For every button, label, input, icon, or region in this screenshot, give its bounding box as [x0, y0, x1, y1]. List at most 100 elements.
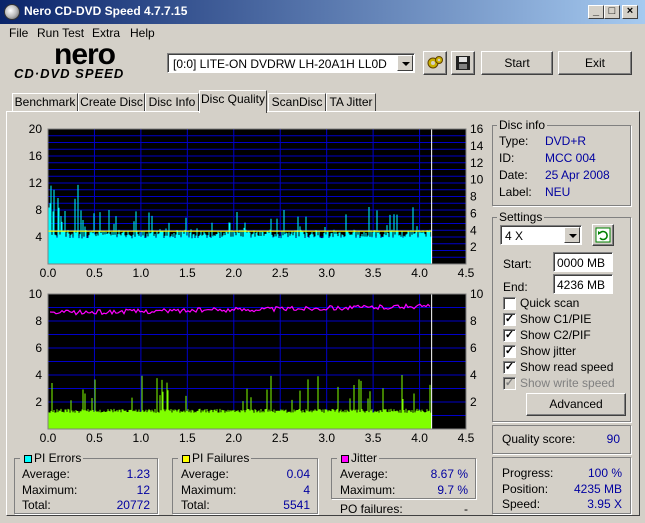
quality-score-value: 90 [606, 432, 620, 446]
speed-select[interactable]: 4 X [500, 225, 582, 245]
right-tick-label: 14 [470, 139, 484, 153]
minimize-button[interactable]: _ [588, 5, 604, 19]
right-tick-label: 12 [470, 156, 484, 170]
right-tick-label: 4 [470, 223, 477, 237]
speed-value: 3.95 X [587, 497, 622, 511]
gears-icon [427, 56, 443, 69]
x-tick-label: 4.0 [411, 266, 428, 280]
pif-legend-swatch [182, 455, 190, 463]
checkbox-show-write-speed: ✓ [503, 377, 516, 390]
tab-benchmark[interactable]: Benchmark [12, 93, 78, 111]
x-tick-label: 0.5 [86, 266, 103, 280]
position-label: Position: [502, 482, 549, 496]
start-field[interactable]: 0000 MB [553, 252, 613, 272]
quality-score-label: Quality score: [502, 432, 576, 446]
checkbox-show-jitter[interactable]: ✓ [503, 345, 516, 358]
checkbox-show-c1-pie[interactable]: ✓ [503, 313, 516, 326]
exit-button[interactable]: Exit [558, 51, 632, 75]
speed-dropdown-arrow[interactable] [564, 227, 580, 243]
right-tick-label: 6 [470, 206, 477, 220]
window-title: Nero CD-DVD Speed 4.7.7.15 [24, 4, 188, 18]
progress-label: Progress: [502, 466, 554, 480]
x-tick-label: 1.5 [179, 266, 196, 280]
end-field[interactable]: 4236 MB [553, 274, 613, 294]
close-button[interactable]: × [622, 5, 638, 19]
tab-scandisc[interactable]: ScanDisc [268, 93, 326, 111]
maximize-button[interactable]: □ [604, 5, 620, 19]
floppy-disk-icon [456, 56, 470, 70]
start-button[interactable]: Start [481, 51, 553, 75]
x-tick-label: 0.0 [40, 266, 57, 280]
pi-errors-avg-label: Average: [22, 467, 70, 481]
end-label: End: [503, 280, 528, 294]
checkbox-show-c2-pif[interactable]: ✓ [503, 329, 516, 342]
disc-date-label: Date: [499, 168, 528, 182]
disc-label-value: NEU [545, 185, 571, 199]
drive-dropdown-arrow[interactable] [397, 55, 413, 71]
pi-errors-max-label: Maximum: [22, 483, 78, 497]
left-tick-label: 4 [35, 368, 42, 382]
checkbox-show-read-speed[interactable]: ✓ [503, 361, 516, 374]
tab-create-disc[interactable]: Create Disc [78, 93, 145, 111]
x-tick-label: 2.5 [272, 266, 289, 280]
right-tick-label: 8 [470, 314, 477, 328]
app-disc-icon [4, 4, 20, 20]
pi-failures-max-value: 4 [303, 483, 310, 497]
right-tick-label: 2 [470, 395, 477, 409]
tab-ta-jitter[interactable]: TA Jitter [326, 93, 376, 111]
right-tick-label: 10 [470, 173, 484, 187]
x-tick-label: 0.0 [40, 431, 57, 445]
jitter-avg-value: 8.67 % [430, 467, 468, 481]
left-tick-label: 16 [29, 149, 43, 163]
disc-type-label: Type: [499, 134, 529, 148]
x-tick-label: 4.5 [458, 431, 475, 445]
left-tick-label: 8 [35, 203, 42, 217]
advanced-button[interactable]: Advanced [526, 393, 626, 416]
checkbox-label: Show jitter [520, 344, 577, 358]
jitter-max-value: 9.7 % [437, 483, 468, 497]
pi-errors-avg-value: 1.23 [126, 467, 150, 481]
menu-file[interactable]: File [9, 26, 28, 40]
checkbox-label: Show write speed [520, 376, 615, 390]
pi-failures-max-label: Maximum: [181, 483, 237, 497]
drive-select[interactable]: [0:0] LITE-ON DVDRW LH-20A1H LL0D [167, 53, 415, 73]
pi-failures-avg-label: Average: [181, 467, 229, 481]
x-tick-label: 1.0 [133, 266, 150, 280]
tab-disc-quality[interactable]: Disc Quality [199, 90, 267, 113]
left-tick-label: 6 [35, 341, 42, 355]
pi-failures-total-label: Total: [181, 498, 210, 512]
left-tick-label: 2 [35, 395, 42, 409]
pie-chart: 0.0 0.5 1.0 1.5 2.0 2.5 3.0 3.5 4.0 4.5 20 16 12 8 4 16… [29, 122, 484, 280]
left-tick-label: 4 [35, 230, 42, 244]
progress-value: 100 % [587, 466, 622, 480]
drive-info-button[interactable] [423, 51, 447, 75]
x-tick-label: 3.5 [365, 431, 382, 445]
disc-id-label: ID: [499, 151, 515, 165]
disc-info-title: Disc info [497, 118, 548, 132]
x-tick-label: 2.0 [225, 266, 242, 280]
right-tick-label: 2 [470, 240, 477, 254]
pi-errors-total-label: Total: [22, 498, 51, 512]
pif-jitter-chart: 0.0 0.5 1.0 1.5 2.0 2.5 3.0 3.5 4.0 4.5 10 8 6 4 2 10 8 6… [29, 287, 484, 445]
menu-help[interactable]: Help [130, 26, 155, 40]
refresh-speed-button[interactable] [592, 224, 614, 246]
checkbox-label: Quick scan [520, 296, 580, 310]
right-tick-label: 4 [470, 368, 477, 382]
checkbox-label: Show C2/PIF [520, 328, 591, 342]
disc-id-value: MCC 004 [545, 151, 596, 165]
nero-logo: nero CD·DVD SPEED [14, 38, 125, 81]
tab-disc-info[interactable]: Disc Info [145, 93, 199, 111]
checkbox-quick-scan[interactable] [503, 297, 516, 310]
x-tick-label: 2.5 [272, 431, 289, 445]
left-tick-label: 20 [29, 122, 43, 136]
save-button[interactable] [451, 51, 475, 75]
pi-errors-max-value: 12 [136, 483, 150, 497]
checkbox-label: Show C1/PIE [520, 312, 592, 326]
x-tick-label: 4.5 [458, 266, 475, 280]
title-bar: Nero CD-DVD Speed 4.7.7.15 _ □ × [0, 0, 645, 24]
pie-legend-swatch [24, 455, 32, 463]
settings-title: Settings [497, 210, 545, 224]
pi-failures-avg-value: 0.04 [286, 467, 310, 481]
x-tick-label: 4.0 [411, 431, 428, 445]
x-tick-label: 1.5 [179, 431, 196, 445]
